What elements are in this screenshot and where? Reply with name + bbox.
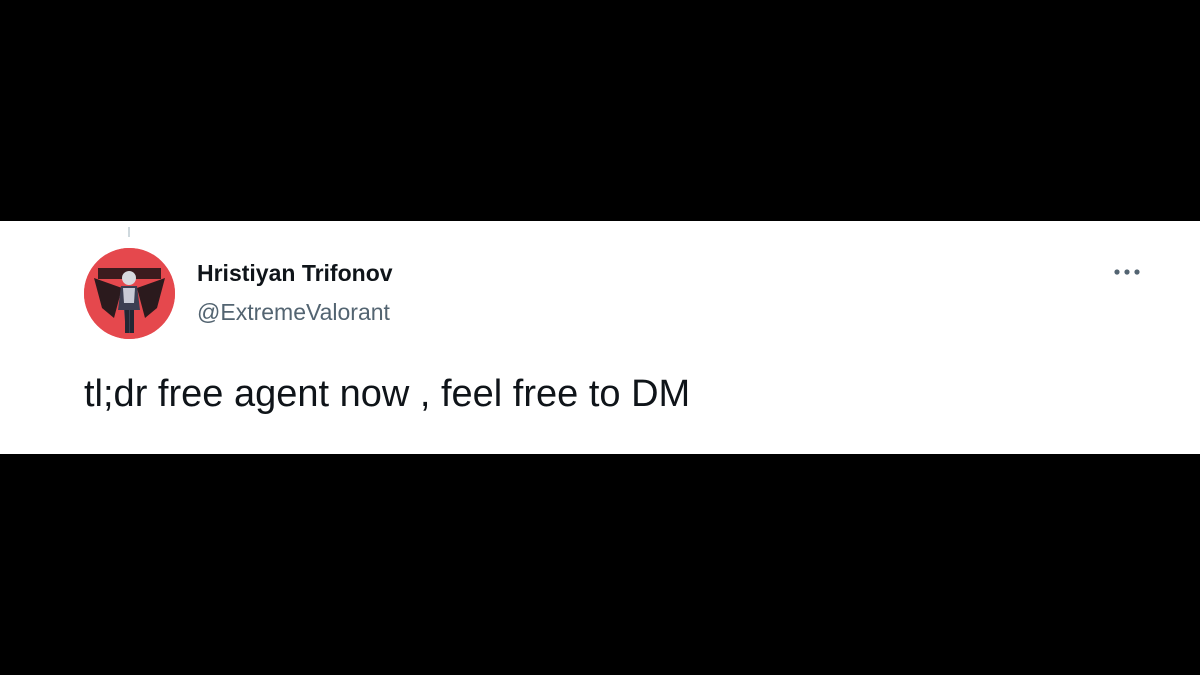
author-info: Hristiyan Trifonov @ExtremeValorant [197,258,393,327]
author-handle[interactable]: @ExtremeValorant [197,297,393,327]
tweet-card: Hristiyan Trifonov @ExtremeValorant tl;d… [0,221,1200,454]
author-display-name[interactable]: Hristiyan Trifonov [197,258,393,288]
profile-avatar-image [84,248,175,339]
more-options-button[interactable] [1108,259,1146,285]
avatar[interactable] [84,248,175,339]
more-horizontal-icon [1114,269,1140,275]
tweet-text: tl;dr free agent now , feel free to DM [84,373,691,415]
thread-connector-line [128,227,130,237]
page: Hristiyan Trifonov @ExtremeValorant tl;d… [0,0,1200,675]
